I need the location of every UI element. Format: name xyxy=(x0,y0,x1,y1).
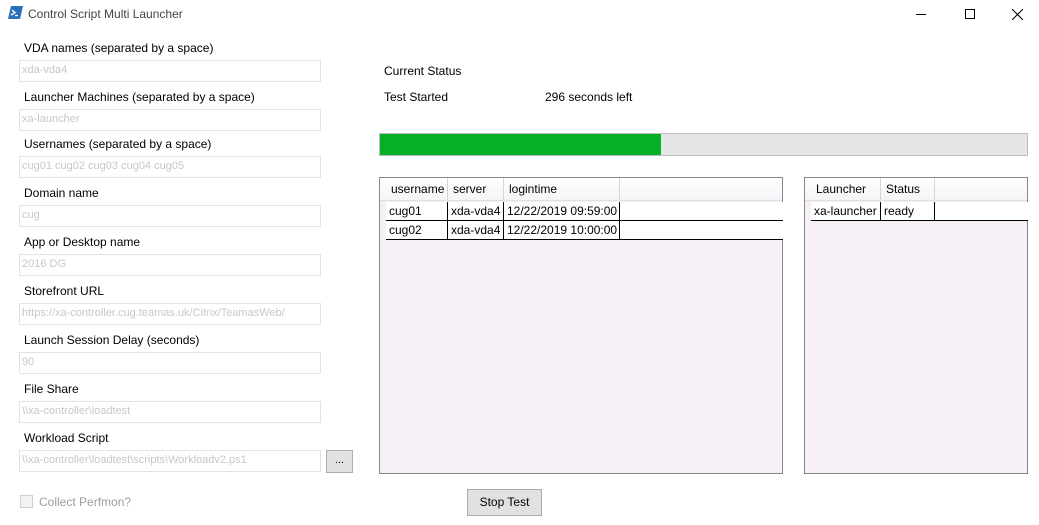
cell-launcher: xa-launcher xyxy=(811,202,881,220)
app-name-label: App or Desktop name xyxy=(24,235,141,249)
launch-delay-input[interactable]: 90 xyxy=(19,352,321,374)
test-state-label: Test Started xyxy=(384,90,449,104)
vda-names-label: VDA names (separated by a space) xyxy=(24,41,214,55)
cell-logintime: 12/22/2019 09:59:00 xyxy=(504,202,620,220)
time-left-label: 296 seconds left xyxy=(545,90,633,104)
app-name-input[interactable]: 2016 DG xyxy=(19,254,321,276)
workload-script-label: Workload Script xyxy=(24,431,109,445)
column-header-username[interactable]: username xyxy=(386,178,448,201)
collect-perfmon-label: Collect Perfmon? xyxy=(39,495,132,509)
maximize-icon xyxy=(965,9,975,19)
cell-status: ready xyxy=(881,202,935,220)
storefront-url-input[interactable]: https://xa-controller.cug.teamas.uk/Citr… xyxy=(19,303,321,325)
cell-username: cug02 xyxy=(386,221,448,239)
launchers-grid[interactable]: Launcher Status xa-launcher ready xyxy=(804,177,1028,474)
domain-name-label: Domain name xyxy=(24,186,99,200)
storefront-url-label: Storefront URL xyxy=(24,284,105,298)
usernames-input[interactable]: cug01 cug02 cug03 cug04 cug05 xyxy=(19,156,321,178)
maximize-button[interactable] xyxy=(947,0,993,28)
powershell-icon xyxy=(8,6,23,19)
column-header-server[interactable]: server xyxy=(448,178,504,201)
close-button[interactable] xyxy=(994,0,1039,28)
cell-username: cug01 xyxy=(386,202,448,220)
domain-name-input[interactable]: cug xyxy=(19,205,321,227)
window-title: Control Script Multi Launcher xyxy=(28,7,183,21)
launcher-machines-label: Launcher Machines (separated by a space) xyxy=(24,90,255,104)
close-icon xyxy=(1011,8,1023,20)
file-share-label: File Share xyxy=(24,382,79,396)
vda-names-input[interactable]: xda-vda4 xyxy=(19,60,321,82)
cell-server: xda-vda4 xyxy=(448,221,504,239)
sessions-grid[interactable]: username server logintime cug01 xda-vda4… xyxy=(379,177,783,474)
column-header-launcher[interactable]: Launcher xyxy=(811,178,881,201)
cell-server: xda-vda4 xyxy=(448,202,504,220)
usernames-label: Usernames (separated by a space) xyxy=(24,137,212,151)
cell-logintime: 12/22/2019 10:00:00 xyxy=(504,221,620,239)
launcher-machines-input[interactable]: xa-launcher xyxy=(19,109,321,131)
workload-script-input[interactable]: \\xa-controller\loadtest\scripts\Workloa… xyxy=(19,450,321,472)
table-row[interactable]: xa-launcher ready xyxy=(811,202,1028,221)
file-share-input[interactable]: \\xa-controller\loadtest xyxy=(19,401,321,423)
browse-button[interactable]: ... xyxy=(326,450,353,473)
launch-delay-label: Launch Session Delay (seconds) xyxy=(24,333,200,347)
collect-perfmon-checkbox[interactable] xyxy=(20,495,33,508)
table-row[interactable]: cug02 xda-vda4 12/22/2019 10:00:00 xyxy=(386,221,783,240)
progress-bar xyxy=(379,133,1028,156)
minimize-icon xyxy=(916,14,926,15)
launchers-grid-header: Launcher Status xyxy=(805,178,1027,201)
sessions-grid-header: username server logintime xyxy=(380,178,782,201)
column-header-logintime[interactable]: logintime xyxy=(504,178,620,201)
title-bar: Control Script Multi Launcher xyxy=(0,0,1039,30)
column-header-status[interactable]: Status xyxy=(881,178,935,201)
stop-test-button[interactable]: Stop Test xyxy=(467,489,542,516)
minimize-button[interactable] xyxy=(898,0,944,28)
current-status-heading: Current Status xyxy=(384,64,462,78)
progress-bar-fill xyxy=(380,134,662,155)
table-row[interactable]: cug01 xda-vda4 12/22/2019 09:59:00 xyxy=(386,202,783,221)
